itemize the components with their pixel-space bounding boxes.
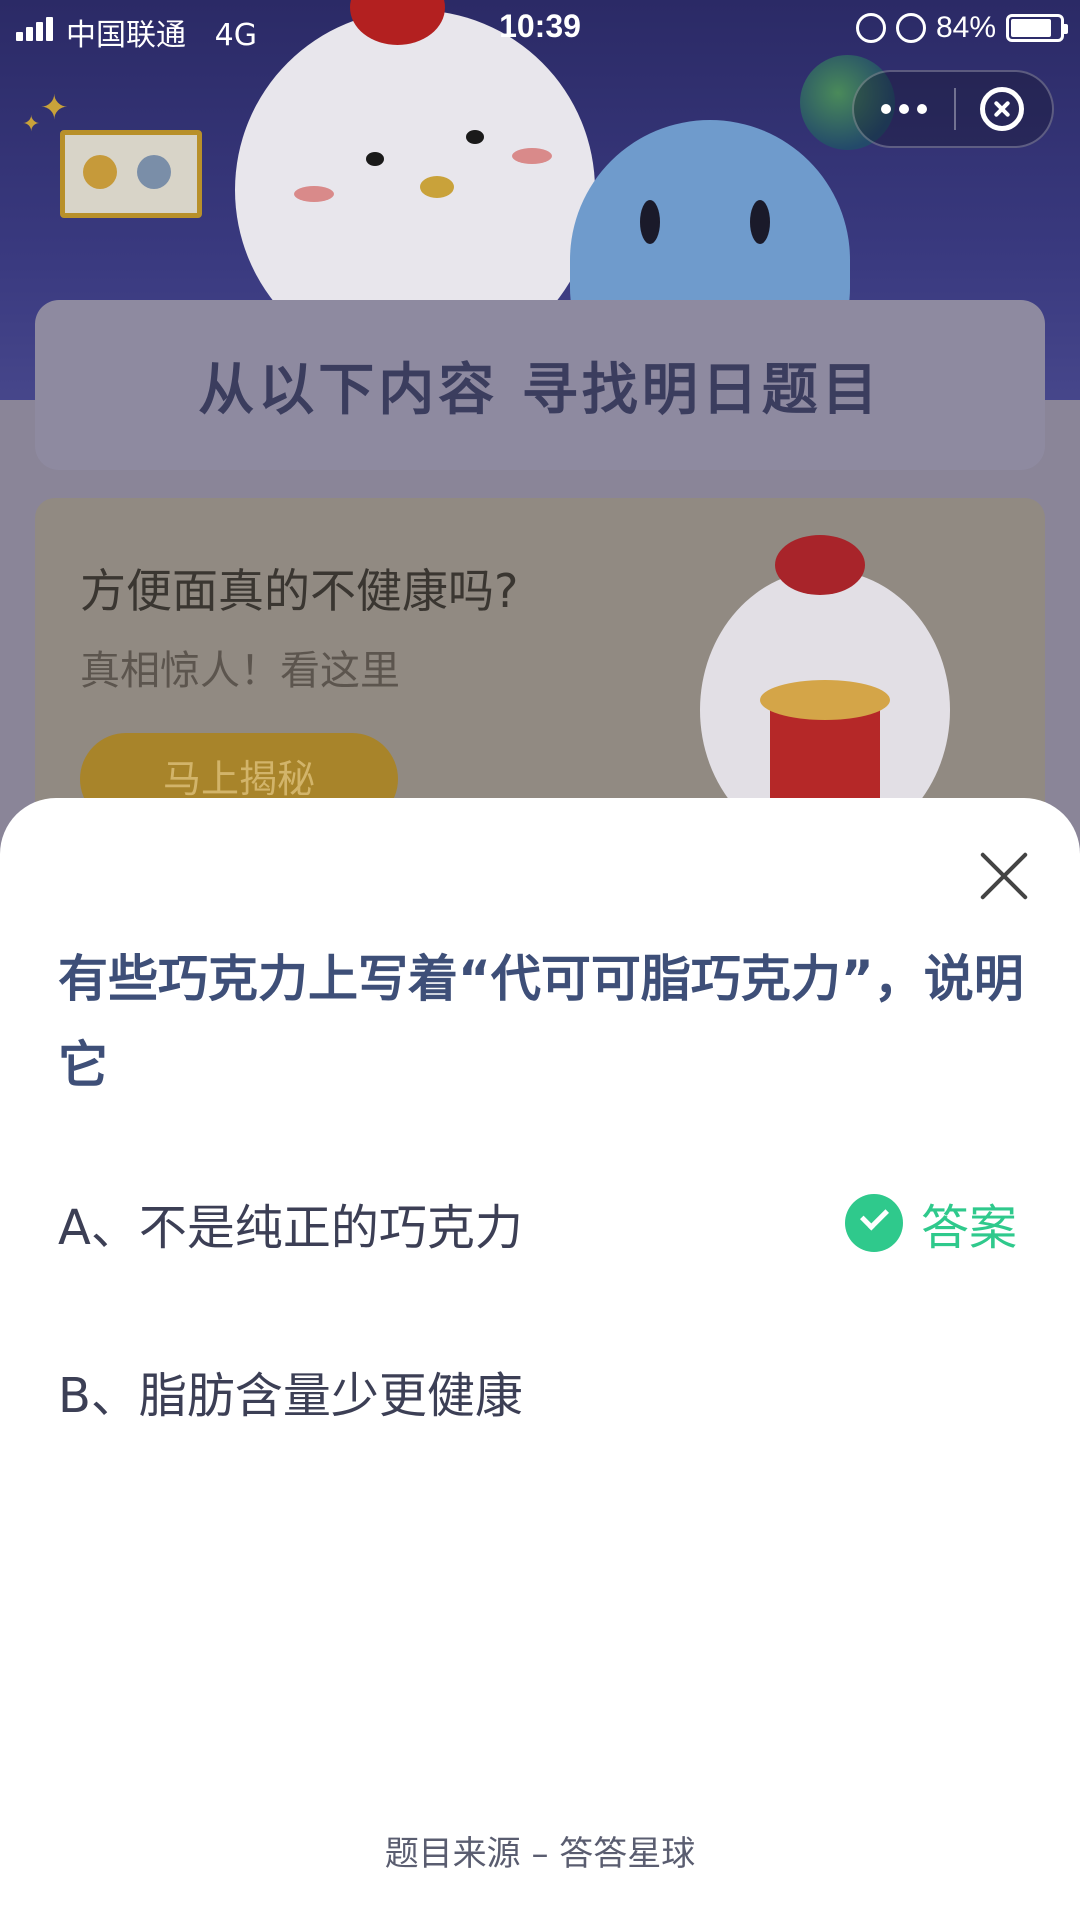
- status-right: 84%: [855, 10, 1068, 46]
- gold-medal-icon: [83, 155, 117, 189]
- alien-eye: [640, 200, 660, 244]
- source-footer: 题目来源 – 答答星球: [384, 1834, 696, 1874]
- option-a[interactable]: A、不是纯正的巧克力: [58, 1188, 523, 1258]
- battery-percent: 84%: [935, 11, 996, 44]
- silver-medal-icon: [137, 155, 171, 189]
- chicken-beak: [420, 176, 454, 198]
- noodle-top: [760, 680, 890, 720]
- question-text: 有些巧克力上写着“代可可脂巧克力”，说明它: [58, 950, 1024, 1094]
- close-circle-icon[interactable]: [980, 87, 1024, 131]
- chicken-comb: [775, 535, 865, 595]
- chicken-cheek: [294, 186, 334, 202]
- find-title: 从以下内容 寻找明日题目: [198, 358, 882, 423]
- answer-tag: 答案: [845, 1188, 1017, 1258]
- alien-eye: [750, 200, 770, 244]
- status-bar: 中国联通 4G 10:39 84%: [0, 0, 1080, 56]
- alarm-icon: [895, 13, 926, 43]
- rotation-lock-icon: [855, 13, 886, 43]
- close-icon[interactable]: [978, 850, 1030, 902]
- check-circle-icon: [845, 1194, 903, 1252]
- medal-frame-image: [60, 130, 202, 218]
- miniprogram-capsule: [852, 70, 1054, 148]
- sparkle-icon: ✦: [22, 112, 41, 137]
- chicken-cheek: [512, 148, 552, 164]
- chicken-eye: [366, 152, 384, 166]
- option-b[interactable]: B、脂肪含量少更健康: [58, 1356, 523, 1426]
- article-title: 方便面真的不健康吗?: [80, 564, 519, 618]
- article-subtitle: 真相惊人！看这里: [80, 648, 400, 694]
- more-dots-icon[interactable]: [854, 72, 954, 146]
- answer-label: 答案: [921, 1200, 1018, 1256]
- chicken-eye: [466, 130, 484, 144]
- capsule-divider: [954, 88, 956, 130]
- sparkle-icon: ✦: [40, 88, 69, 128]
- battery-icon: [1006, 14, 1068, 42]
